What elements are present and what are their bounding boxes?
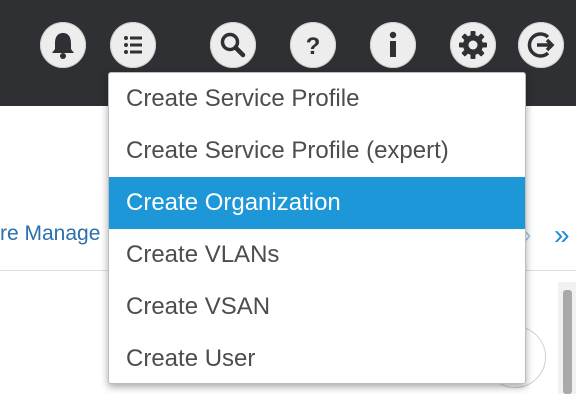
menu-item-create-vsan[interactable]: Create VSAN xyxy=(109,281,525,333)
list-icon xyxy=(124,36,142,54)
logout-icon xyxy=(527,32,555,58)
scrollbar-thumb[interactable] xyxy=(563,290,572,394)
menu-item-create-service-profile[interactable]: Create Service Profile xyxy=(109,73,525,125)
info-button[interactable] xyxy=(370,22,416,68)
search-button[interactable] xyxy=(210,22,256,68)
menu-item-create-user[interactable]: Create User xyxy=(109,333,525,385)
menu-item-create-service-profile-expert[interactable]: Create Service Profile (expert) xyxy=(109,125,525,177)
bell-icon xyxy=(52,33,74,59)
breadcrumb-partial[interactable]: re Manage xyxy=(0,222,100,246)
create-dropdown-menu: Create Service Profile Create Service Pr… xyxy=(108,72,526,384)
help-button[interactable]: ? xyxy=(290,22,336,68)
gear-icon xyxy=(459,31,487,59)
menu-list-button[interactable] xyxy=(110,22,156,68)
notifications-button[interactable] xyxy=(40,22,86,68)
info-icon xyxy=(389,31,397,57)
help-icon: ? xyxy=(306,33,321,60)
menu-item-create-organization[interactable]: Create Organization xyxy=(109,177,525,229)
search-icon xyxy=(220,32,246,58)
settings-button[interactable] xyxy=(450,22,496,68)
help-glyph: ? xyxy=(306,33,321,60)
double-chevron-right-icon[interactable]: » xyxy=(554,220,570,250)
menu-item-create-vlans[interactable]: Create VLANs xyxy=(109,229,525,281)
logout-button[interactable] xyxy=(518,22,564,68)
